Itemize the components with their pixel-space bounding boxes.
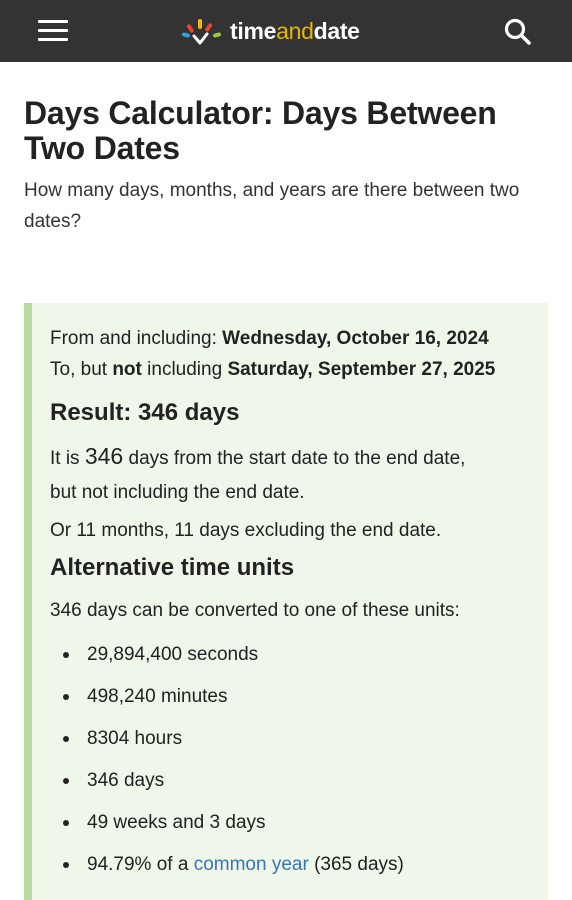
logo-sunburst-icon (182, 19, 221, 45)
desc-number: 346 (84, 443, 124, 469)
to-date: Saturday, September 27, 2025 (227, 359, 496, 380)
desc-suffix-second-line: but not including the end date. (50, 482, 305, 503)
list-item: 8304 hours (50, 718, 540, 760)
list-item: 498,240 minutes (50, 676, 540, 718)
result-panel: From and including: Wednesday, October 1… (24, 303, 548, 900)
bullet-icon (63, 820, 69, 826)
list-item: 94.79% of a common year (365 days) (50, 844, 540, 886)
from-date: Wednesday, October 16, 2024 (222, 328, 489, 349)
list-item: 346 days (50, 760, 540, 802)
search-icon[interactable] (503, 17, 533, 47)
bullet-icon (63, 694, 69, 700)
result-description: It is 346 days from the start date to th… (50, 439, 540, 510)
bullet-icon (63, 778, 69, 784)
unit-minutes: 498,240 minutes (87, 686, 228, 707)
unit-seconds: 29,894,400 seconds (87, 644, 259, 665)
units-intro: 346 days can be converted to one of thes… (50, 600, 460, 621)
result-heading: Result: 346 days (50, 399, 240, 426)
bullet-icon (63, 652, 69, 658)
top-navigation-bar: timeanddate (0, 0, 572, 62)
from-date-line: From and including: Wednesday, October 1… (50, 323, 540, 354)
desc-prefix: It is (50, 448, 85, 469)
page-header: Days Calculator: Days Between Two Dates … (24, 96, 548, 237)
desc-suffix: days from the start date to the end date… (123, 448, 466, 469)
page-title: Days Calculator: Days Between Two Dates (24, 95, 497, 166)
hamburger-menu-icon[interactable] (38, 20, 68, 42)
from-label: From and including: (50, 328, 223, 349)
page-subtitle: How many days, months, and years are the… (24, 180, 520, 232)
timeanddate-logo[interactable]: timeanddate (180, 14, 360, 48)
to-date-line: To, but not including Saturday, Septembe… (50, 354, 540, 385)
months-days-summary: Or 11 months, 11 days excluding the end … (50, 520, 442, 541)
bullet-icon (63, 862, 69, 868)
to-label-start: To, but (50, 359, 113, 380)
units-list: 29,894,400 seconds 498,240 minutes 8304 … (50, 634, 540, 886)
logo-text: timeanddate (230, 17, 360, 44)
list-item: 49 weeks and 3 days (50, 802, 540, 844)
bullet-icon (63, 736, 69, 742)
to-label-not: not (112, 359, 142, 380)
list-item: 29,894,400 seconds (50, 634, 540, 676)
unit-weeks: 49 weeks and 3 days (87, 812, 266, 833)
alternative-units-heading: Alternative time units (50, 554, 295, 581)
year-prefix: 94.79% of a (87, 854, 194, 875)
common-year-link[interactable]: common year (194, 854, 309, 875)
unit-hours: 8304 hours (87, 728, 183, 749)
to-label-end: including (141, 359, 228, 380)
year-suffix: (365 days) (308, 854, 404, 875)
unit-days: 346 days (87, 770, 165, 791)
